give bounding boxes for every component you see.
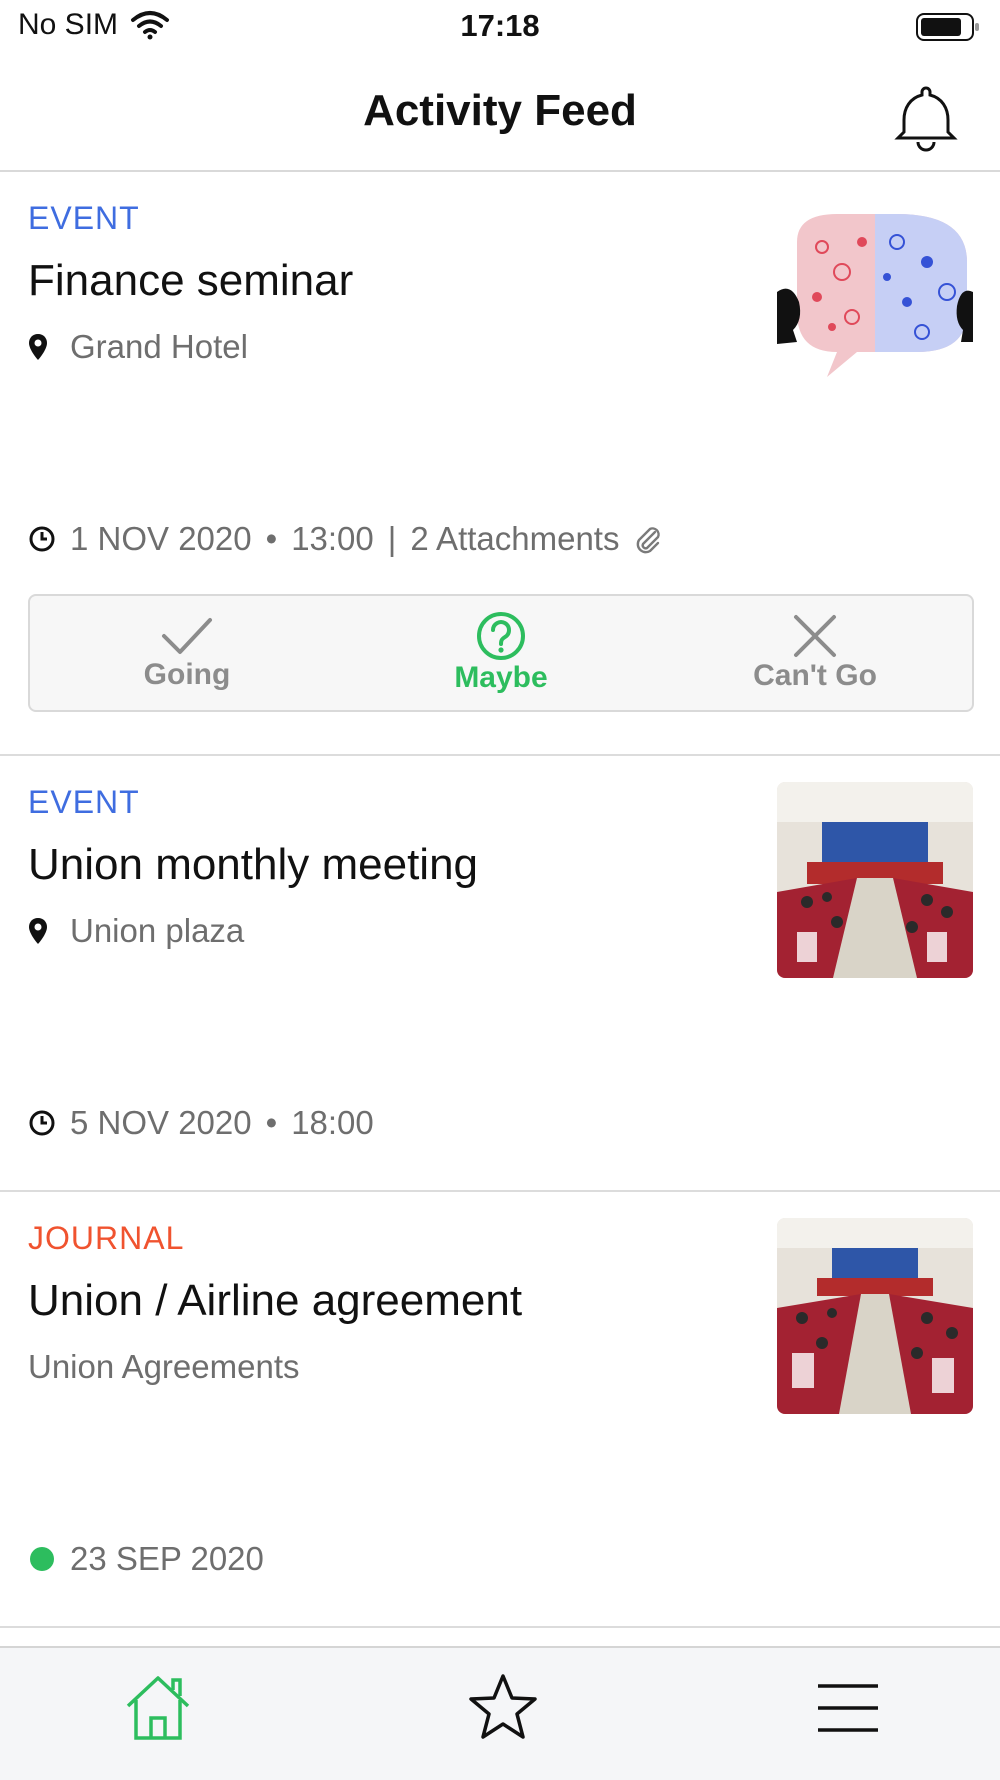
meta-dot: •: [265, 520, 278, 557]
conference-hall-image: [777, 782, 973, 978]
card-subtitle: Union Agreements: [28, 1348, 300, 1385]
paperclip-icon: [637, 527, 661, 554]
clock: 17:18: [460, 8, 540, 43]
journal-thumbnail[interactable]: [777, 1218, 973, 1414]
card-title: Finance seminar: [28, 256, 354, 305]
conference-hall-image: [777, 1218, 973, 1414]
rsvp-maybe-button[interactable]: Maybe: [344, 596, 658, 710]
clock-icon: [29, 1110, 55, 1136]
speech-bubble-image: [777, 214, 973, 377]
bottom-tab-bar: [0, 1646, 1000, 1780]
clock-icon: [29, 526, 55, 552]
location-text: Union plaza: [70, 912, 245, 949]
event-date: 5 NOV 2020: [70, 1104, 252, 1141]
rsvp-going-label: Going: [143, 658, 231, 691]
card-meta: 1 NOV 2020 • 13:00 | 2 Attachments: [28, 520, 663, 558]
rsvp-cant-go-button[interactable]: Can't Go: [658, 596, 972, 710]
card-location: Union plaza: [28, 912, 244, 950]
close-x-icon: [794, 615, 836, 657]
page-title: Activity Feed: [363, 86, 637, 135]
meta-divider: |: [387, 520, 397, 557]
card-title: Union / Airline agreement: [28, 1276, 523, 1325]
event-time: 13:00: [291, 520, 374, 557]
status-bar: No SIM 17:18: [0, 0, 1000, 56]
star-icon[interactable]: [463, 1668, 543, 1748]
category-label: EVENT: [28, 784, 140, 820]
feed-card-union-airline-agreement[interactable]: JOURNAL Union / Airline agreement Union …: [0, 1192, 1000, 1628]
question-circle-icon: [477, 612, 525, 660]
home-icon[interactable]: [118, 1668, 198, 1748]
event-time: 18:00: [291, 1104, 374, 1141]
rsvp-bar: Going Maybe Can't Go: [28, 594, 974, 712]
category-label: EVENT: [28, 200, 140, 236]
event-thumbnail[interactable]: [777, 202, 973, 398]
card-meta: 23 SEP 2020: [28, 1540, 264, 1578]
journal-date: 23 SEP 2020: [70, 1540, 264, 1577]
meta-dot: •: [265, 1104, 278, 1141]
feed-card-finance-seminar[interactable]: EVENT Finance seminar Grand Hotel 1 NOV …: [0, 172, 1000, 756]
notifications-bell-icon[interactable]: [890, 80, 962, 152]
menu-icon[interactable]: [808, 1668, 888, 1748]
rsvp-cant-go-label: Can't Go: [753, 659, 877, 692]
attachments-count[interactable]: 2 Attachments: [410, 520, 619, 558]
location-text: Grand Hotel: [70, 328, 248, 365]
event-date: 1 NOV 2020: [70, 520, 252, 557]
feed-card-union-monthly-meeting[interactable]: EVENT Union monthly meeting Union plaza: [0, 756, 1000, 1192]
checkmark-icon: [162, 618, 212, 654]
card-location: Grand Hotel: [28, 328, 248, 366]
event-thumbnail[interactable]: [777, 782, 973, 978]
app-header: Activity Feed: [0, 56, 1000, 172]
card-title: Union monthly meeting: [28, 840, 479, 889]
category-label: JOURNAL: [28, 1220, 185, 1256]
location-pin-icon: [29, 918, 47, 944]
card-meta: 5 NOV 2020 • 18:00: [28, 1104, 374, 1142]
battery-icon: [916, 13, 979, 41]
rsvp-maybe-label: Maybe: [454, 661, 548, 694]
location-pin-icon: [29, 334, 47, 360]
status-dot-icon: [30, 1547, 54, 1571]
rsvp-going-button[interactable]: Going: [30, 596, 344, 710]
